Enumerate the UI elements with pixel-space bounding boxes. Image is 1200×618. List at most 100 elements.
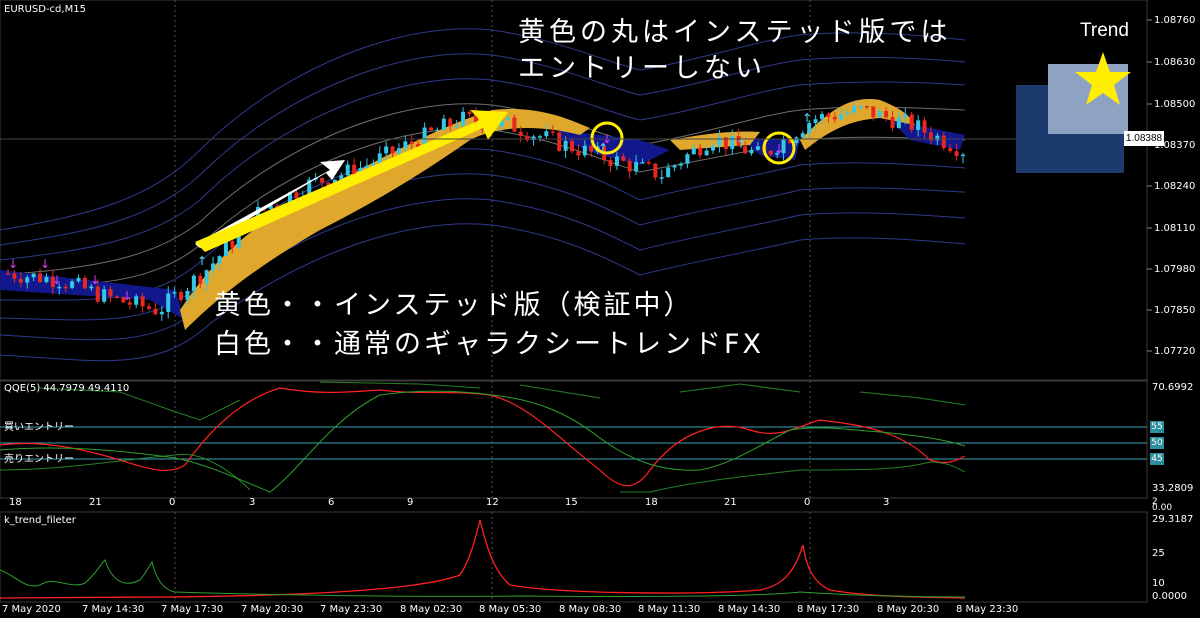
date-axis-label: 7 May 20:30 — [241, 604, 304, 615]
price-axis-label: 1.07850 — [1154, 305, 1196, 316]
filter-axis-mid: 25 — [1152, 548, 1165, 559]
candle-body — [922, 120, 927, 133]
candle-body — [819, 114, 824, 120]
hour-axis-label: 3 — [249, 497, 256, 508]
candle-body — [909, 114, 914, 130]
candle-body — [134, 296, 139, 305]
date-axis-label: 8 May 23:30 — [956, 604, 1019, 615]
candle-body — [826, 114, 831, 117]
candle-body — [813, 119, 818, 123]
candle-body — [390, 146, 395, 154]
qqe-slow-line — [0, 390, 966, 493]
candle-body — [557, 132, 562, 151]
qqe-aux-line — [39, 381, 966, 421]
candle-body — [25, 277, 30, 283]
candle-body — [454, 125, 459, 128]
candle-body — [711, 145, 716, 151]
candle-body — [76, 277, 81, 282]
candle-body — [396, 148, 401, 154]
candle-body — [537, 136, 542, 138]
candle-body — [646, 162, 651, 164]
svg-text:↓: ↓ — [40, 257, 50, 271]
price-axis-label: 1.08500 — [1154, 99, 1196, 110]
candle-body — [563, 141, 568, 151]
candle-body — [204, 270, 209, 284]
candle-body — [627, 160, 632, 172]
candle-body — [108, 289, 113, 297]
candle-body — [961, 154, 965, 157]
date-axis-label: 7 May 17:30 — [161, 604, 224, 615]
candle-body — [467, 111, 472, 115]
candle-body — [621, 156, 626, 161]
candle-body — [903, 114, 908, 118]
filter-panel-border — [0, 511, 1148, 603]
candle-body — [948, 148, 953, 152]
candle-body — [582, 145, 587, 156]
date-axis-label: 7 May 14:30 — [82, 604, 145, 615]
candle-body — [672, 165, 677, 168]
hour-axis-label: 18 — [645, 497, 658, 508]
annotation-bottom-line2: 白色・・通常のギャラクシートレンドFX — [214, 329, 765, 360]
candle-body — [749, 149, 754, 154]
candle-body — [864, 105, 869, 108]
svg-text:↓: ↓ — [8, 257, 18, 271]
date-axis-label: 8 May 05:30 — [479, 604, 542, 615]
date-axis-label: 8 May 08:30 — [559, 604, 622, 615]
filter-red-line — [0, 519, 966, 599]
hour-axis-label: 6 — [328, 497, 335, 508]
date-axis-label: 7 May 23:30 — [320, 604, 383, 615]
price-axis-label: 1.07980 — [1154, 264, 1196, 275]
candle-body — [832, 116, 837, 120]
trend-label: Trend — [1080, 20, 1129, 41]
candle-body — [102, 289, 107, 302]
candle-body — [755, 146, 760, 150]
hour-axis-label: 12 — [486, 497, 499, 508]
candle-body — [6, 273, 10, 275]
candle-body — [550, 131, 555, 133]
candle-body — [461, 111, 466, 126]
candle-body — [544, 131, 549, 137]
candle-body — [518, 131, 523, 136]
candle-body — [531, 136, 536, 141]
candle-body — [320, 177, 325, 183]
current-price-tag: 1.08388 — [1124, 131, 1164, 146]
filter-axis-top: 29.3187 — [1152, 514, 1194, 525]
candle-body — [384, 146, 389, 154]
candle-body — [95, 286, 100, 302]
candle-body — [685, 154, 690, 164]
qqe-indicator-label: QQE(5) 44.7979 49.4110 — [4, 383, 130, 394]
hour-axis-label: 0 — [169, 497, 176, 508]
price-axis-label: 1.08760 — [1154, 15, 1196, 26]
candle-body — [704, 150, 709, 156]
date-axis-label: 8 May 11:30 — [638, 604, 701, 615]
svg-text:↑: ↑ — [802, 111, 812, 125]
candle-body — [640, 162, 645, 164]
candle-body — [800, 133, 805, 138]
candle-body — [691, 147, 696, 155]
filter-green-line — [0, 559, 966, 598]
candle-body — [884, 110, 889, 118]
candle-body — [614, 156, 619, 166]
qqe-fast-line — [0, 387, 966, 487]
candle-body — [634, 162, 639, 172]
svg-text:↓: ↓ — [122, 289, 132, 303]
trading-chart-window: ↓ ↓ ↓ ↓ ↓ ↓ ↓ ↑ ↑ ↑ ↑ EURUSD-cd,M15 黄色の丸… — [0, 0, 1200, 618]
candle-body — [44, 276, 49, 283]
candle-body — [839, 114, 844, 120]
candle-body — [448, 118, 453, 127]
candle-body — [730, 136, 735, 149]
candle-body — [166, 293, 171, 312]
qqe-aux-line-2 — [0, 453, 966, 493]
candle-body — [147, 306, 152, 309]
hour-axis-label: 21 — [89, 497, 102, 508]
candle-body — [896, 117, 901, 128]
candle-body — [666, 167, 671, 178]
candle-body — [159, 311, 164, 315]
qqe-level-45-tag: 45 — [1150, 453, 1164, 465]
candle-body — [377, 153, 382, 164]
svg-text:↑: ↑ — [197, 254, 207, 268]
candle-body — [12, 273, 17, 279]
date-axis-label: 7 May 2020 — [2, 604, 61, 615]
qqe-sell-label: 売りエントリー — [4, 454, 74, 465]
qqe-level-55-tag: 55 — [1150, 421, 1164, 433]
